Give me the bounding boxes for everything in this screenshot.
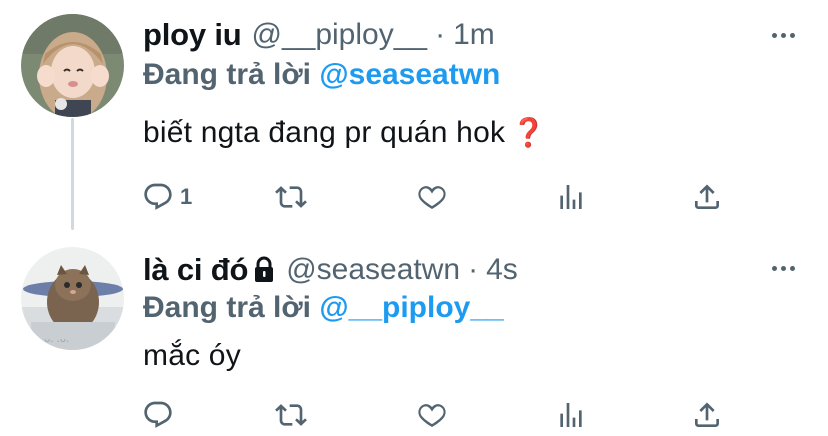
user-handle[interactable]: @__piploy__: [252, 18, 428, 52]
more-icon[interactable]: [772, 262, 802, 274]
tweet[interactable]: .ᴗ. .ᴗ. là ci đó @seaseatwn · 4s Đang tr…: [0, 240, 828, 436]
replying-mention[interactable]: @seaseatwn: [319, 58, 500, 91]
share-button[interactable]: [691, 177, 723, 217]
tweet[interactable]: ploy iu @__piploy__ · 1m Đang trả lời @s…: [0, 0, 828, 240]
reply-count: 1: [180, 184, 193, 209]
svg-text:.ᴗ. .ᴗ.: .ᴗ. .ᴗ.: [41, 334, 69, 345]
tweet-text: mắc óy: [143, 339, 241, 372]
avatar[interactable]: [21, 14, 124, 117]
replying-to: Đang trả lời @__piploy__: [143, 291, 504, 325]
separator-dot: ·: [435, 18, 446, 51]
display-name[interactable]: là ci đó: [143, 252, 248, 288]
lock-icon: [255, 256, 274, 282]
reply-icon: [144, 183, 172, 210]
tweet-text-content: biết ngta đang pr quán hok: [143, 116, 506, 149]
replying-label: Đang trả lời: [143, 291, 312, 324]
stats-icon: [560, 403, 582, 427]
like-button[interactable]: [416, 177, 448, 217]
question-emoji: ❓: [511, 117, 547, 148]
reply-button[interactable]: [142, 395, 180, 435]
tweet-header: ploy iu @__piploy__ · 1m: [143, 15, 495, 55]
avatar[interactable]: .ᴗ. .ᴗ.: [21, 247, 124, 350]
like-icon: [418, 186, 446, 209]
retweet-icon: [275, 404, 307, 426]
display-name[interactable]: ploy iu: [143, 17, 242, 53]
tweet-header: là ci đó @seaseatwn · 4s: [143, 250, 518, 290]
separator-dot: ·: [468, 253, 479, 286]
replying-to: Đang trả lời @seaseatwn: [143, 58, 500, 92]
retweet-button[interactable]: [275, 177, 307, 217]
stats-icon: [560, 185, 582, 209]
user-handle[interactable]: @seaseatwn: [286, 253, 460, 287]
timestamp[interactable]: 1m: [453, 18, 495, 52]
reply-button[interactable]: 1: [142, 177, 192, 217]
action-bar: [0, 395, 828, 435]
share-button[interactable]: [691, 395, 723, 435]
reply-icon: [144, 401, 172, 428]
more-icon[interactable]: [772, 29, 802, 41]
timestamp[interactable]: 4s: [486, 253, 518, 287]
share-icon: [695, 402, 719, 427]
stats-button[interactable]: [555, 177, 587, 217]
share-icon: [695, 184, 719, 209]
tweet-text: biết ngta đang pr quán hok ❓: [143, 116, 546, 150]
retweet-icon: [275, 186, 307, 208]
like-icon: [418, 404, 446, 427]
retweet-button[interactable]: [275, 395, 307, 435]
like-button[interactable]: [416, 395, 448, 435]
stats-button[interactable]: [555, 395, 587, 435]
replying-label: Đang trả lời: [143, 58, 312, 91]
replying-mention[interactable]: @__piploy__: [319, 291, 503, 324]
action-bar: 1: [0, 177, 828, 217]
